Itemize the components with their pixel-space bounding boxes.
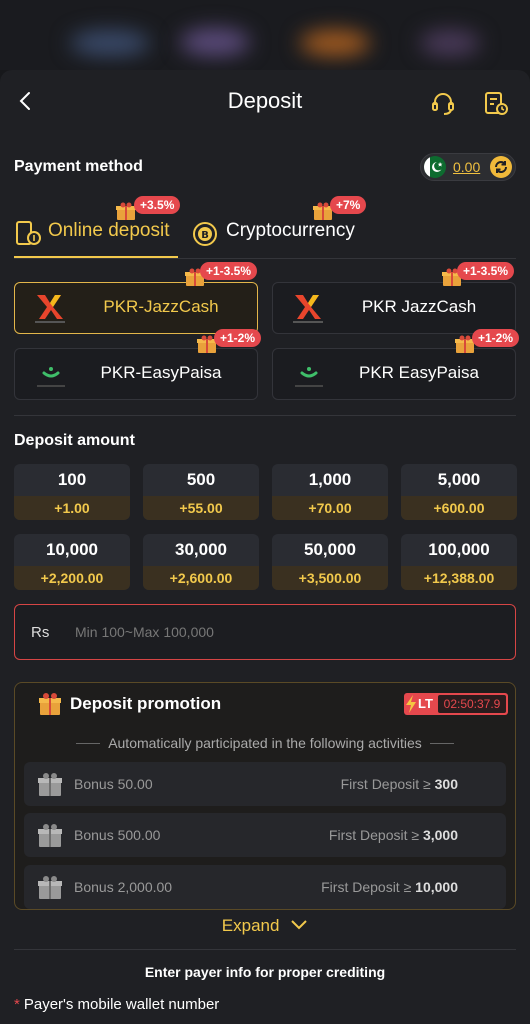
required-mark: * <box>14 996 20 1013</box>
method-label: PKR-EasyPaisa <box>100 363 222 382</box>
easypaisa-logo-icon <box>37 367 65 387</box>
amount-option[interactable]: 1,000 +70.00 <box>272 464 388 520</box>
lightning-icon <box>406 695 416 713</box>
amount-placeholder: Min 100~Max 100,000 <box>75 624 214 640</box>
expand-label: Expand <box>221 916 280 935</box>
refresh-icon[interactable] <box>490 156 512 178</box>
amount-option[interactable]: 100,000 +12,388.00 <box>401 534 517 590</box>
amount-value: 100 <box>57 470 87 489</box>
method-pkr-jazzcash[interactable]: PKR-JazzCash <box>14 282 258 334</box>
balance-pill[interactable]: 0.00 <box>420 153 516 181</box>
svg-text:B: B <box>201 230 209 241</box>
jazzcash-logo-icon <box>35 295 65 323</box>
amount-option[interactable]: 10,000 +2,200.00 <box>14 534 130 590</box>
method-badge: +1-2% <box>214 329 262 347</box>
amount-bonus: +1.00 <box>14 496 130 520</box>
amount-bonus: +600.00 <box>401 496 517 520</box>
section-divider <box>14 949 516 950</box>
chevron-down-icon <box>291 920 307 930</box>
promotion-bonus: Bonus 500.00 <box>74 827 161 843</box>
amount-bonus: +12,388.00 <box>401 566 517 590</box>
condition-threshold: 300 <box>434 776 458 792</box>
gift-box-icon <box>38 824 62 847</box>
method-pkr-jazzcash-alt[interactable]: PKR JazzCash <box>272 282 516 334</box>
pakistan-flag-icon <box>424 156 446 178</box>
timer-label: LT <box>418 696 433 711</box>
amount-value: 30,000 <box>175 540 227 559</box>
wallet-label-text: Payer's mobile wallet number <box>23 996 220 1013</box>
jazzcash-logo-icon <box>293 295 323 323</box>
bitcoin-icon: B <box>193 222 217 246</box>
wallet-number-label: * Payer's mobile wallet number <box>14 996 219 1013</box>
expand-button[interactable]: Expand <box>0 916 530 936</box>
payment-method-label: Payment method <box>14 158 143 175</box>
method-pkr-easypaisa[interactable]: PKR-EasyPaisa <box>14 348 258 400</box>
section-divider <box>14 415 516 416</box>
gift-box-icon <box>39 693 61 715</box>
promotion-timer: LT 02:50:37.9 <box>404 693 508 715</box>
promotion-row: Bonus 2,000.00 First Deposit ≥ 10,000 <box>24 865 506 909</box>
method-badge: +1-3.5% <box>457 262 515 280</box>
amount-option[interactable]: 100 +1.00 <box>14 464 130 520</box>
gift-box-icon <box>38 773 62 796</box>
method-label: PKR EasyPaisa <box>359 363 479 382</box>
method-badge: +1-2% <box>472 329 520 347</box>
promotion-bonus: Bonus 2,000.00 <box>74 879 173 895</box>
timer-value: 02:50:37.9 <box>438 695 506 713</box>
amount-option[interactable]: 30,000 +2,600.00 <box>143 534 259 590</box>
method-label: PKR-JazzCash <box>103 297 219 316</box>
balance-value: 0.00 <box>453 159 481 175</box>
amount-option[interactable]: 50,000 +3,500.00 <box>272 534 388 590</box>
tab-cryptocurrency[interactable]: Cryptocurrency <box>226 220 355 242</box>
amount-value: 5,000 <box>437 470 481 489</box>
condition-text: First Deposit ≥ <box>328 827 420 843</box>
currency-label: Rs <box>31 624 50 641</box>
gift-box-icon <box>38 876 62 899</box>
amount-value: 500 <box>186 470 216 489</box>
promotion-row: Bonus 50.00 First Deposit ≥ 300 <box>24 762 506 806</box>
headset-icon[interactable] <box>430 90 456 116</box>
method-label: PKR JazzCash <box>361 297 477 316</box>
condition-threshold: 10,000 <box>415 879 458 895</box>
condition-threshold: 3,000 <box>422 827 458 843</box>
promotion-row: Bonus 500.00 First Deposit ≥ 3,000 <box>24 813 506 857</box>
method-pkr-easypaisa-alt[interactable]: PKR EasyPaisa <box>272 348 516 400</box>
amount-bonus: +2,600.00 <box>143 566 259 590</box>
promotion-title: Deposit promotion <box>70 694 222 713</box>
background-banner <box>0 0 530 70</box>
amount-input[interactable]: Rs Min 100~Max 100,000 <box>14 604 516 660</box>
easypaisa-logo-icon <box>295 367 323 387</box>
amount-bonus: +55.00 <box>143 496 259 520</box>
method-badge: +1-3.5% <box>200 262 258 280</box>
amount-bonus: +3,500.00 <box>272 566 388 590</box>
amount-value: 100,000 <box>428 540 490 559</box>
amount-option[interactable]: 5,000 +600.00 <box>401 464 517 520</box>
payer-info-hint: Enter payer info for proper crediting <box>144 964 386 980</box>
tab-online-deposit[interactable]: Online deposit <box>48 220 169 242</box>
amount-bonus: +70.00 <box>272 496 388 520</box>
condition-text: First Deposit ≥ <box>340 776 431 792</box>
amount-value: 50,000 <box>304 540 356 559</box>
promotion-bonus: Bonus 50.00 <box>74 776 153 792</box>
tab-badge: +3.5% <box>134 196 181 214</box>
amount-value: 1,000 <box>308 470 352 489</box>
tab-badge: +7% <box>330 196 367 214</box>
amount-bonus: +2,200.00 <box>14 566 130 590</box>
condition-text: First Deposit ≥ <box>321 879 412 895</box>
deposit-amount-label: Deposit amount <box>14 432 135 449</box>
gift-icon <box>116 202 136 220</box>
promotion-condition: First Deposit ≥ 10,000 <box>321 879 458 895</box>
promotion-condition: First Deposit ≥ 3,000 <box>329 827 458 843</box>
amount-value: 10,000 <box>46 540 98 559</box>
records-icon[interactable] <box>483 90 509 116</box>
promotion-condition: First Deposit ≥ 300 <box>341 776 458 792</box>
amount-option[interactable]: 500 +55.00 <box>143 464 259 520</box>
tabs-divider <box>14 258 516 259</box>
phone-deposit-icon <box>16 221 41 245</box>
subtitle-rule <box>430 743 454 744</box>
